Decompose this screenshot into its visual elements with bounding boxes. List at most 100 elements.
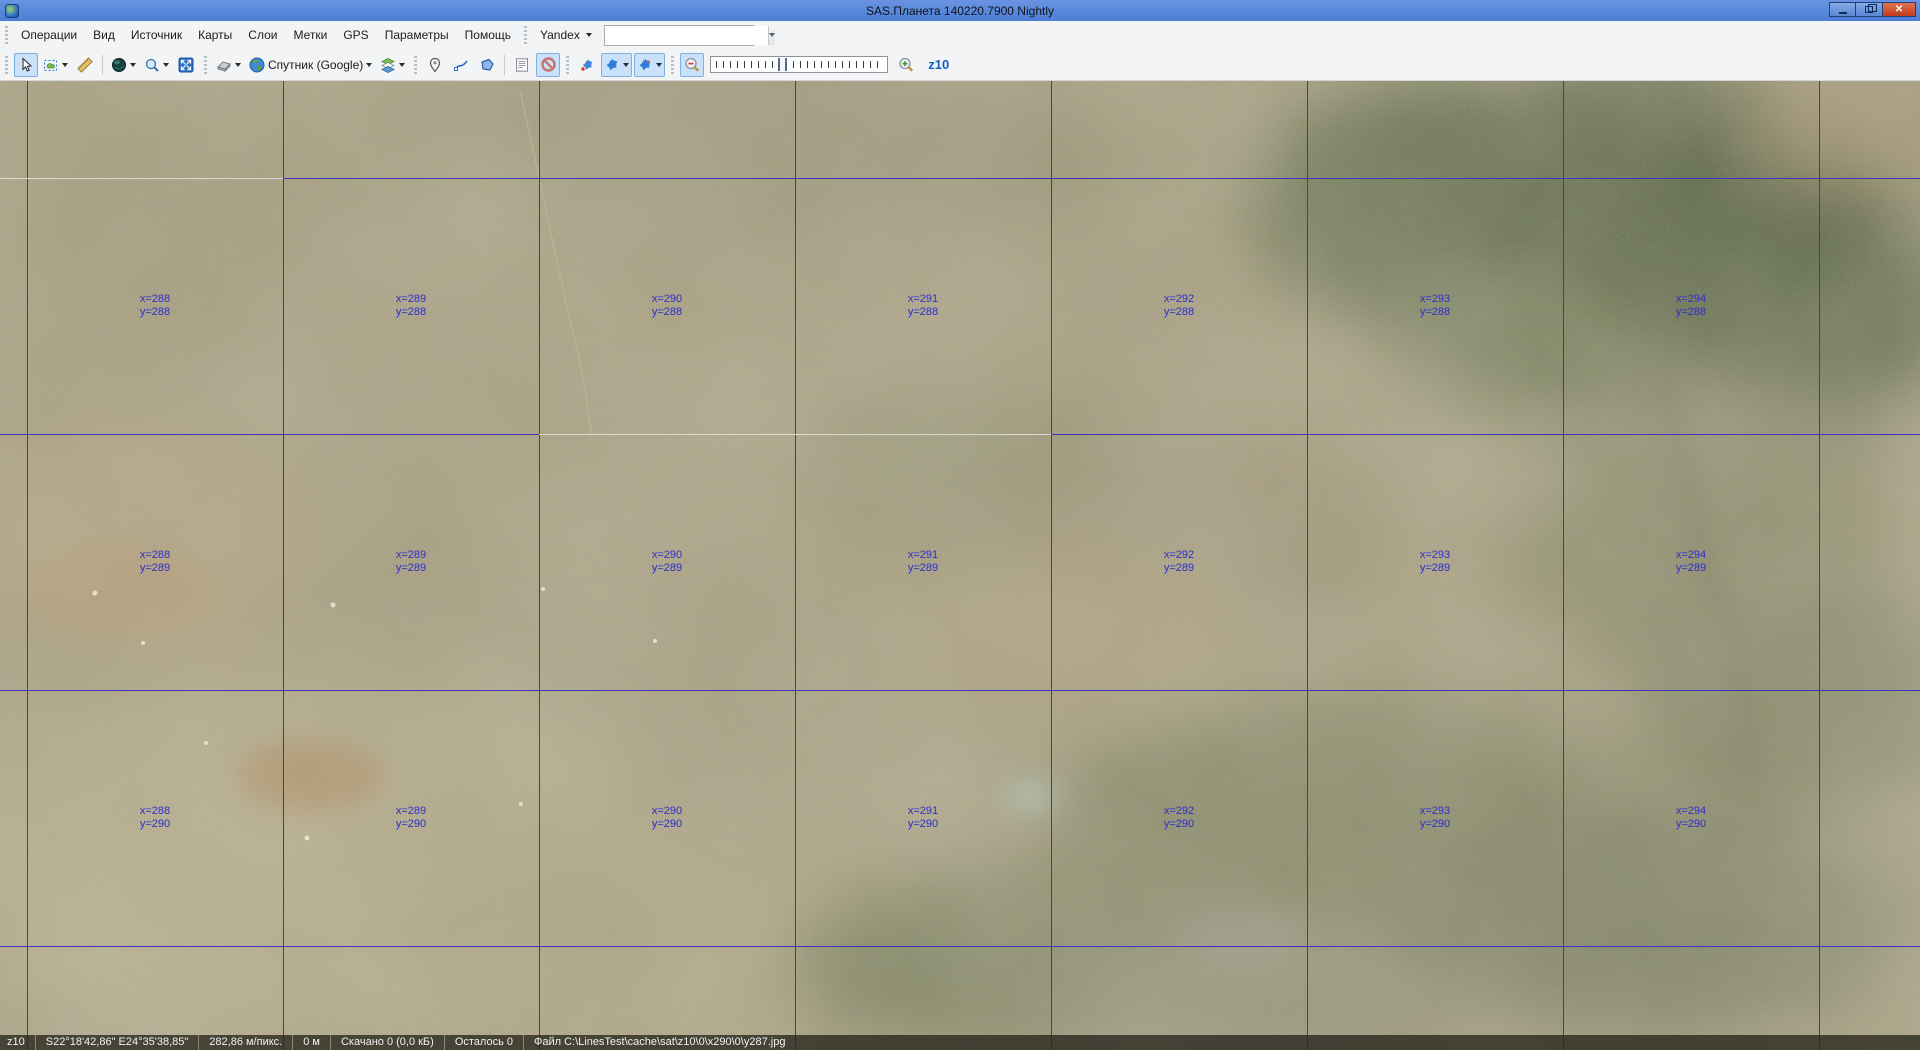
tile-grid-vline	[283, 81, 284, 1050]
window-controls: ✕	[1829, 2, 1916, 17]
tile-seam-white-line	[0, 178, 283, 179]
menu-bar: ОперацииВидИсточникКартыСлоиМеткиGPSПара…	[0, 21, 1920, 49]
tile-label-x290-y288: x=290 y=288	[652, 293, 682, 319]
tile-label-x290-y289: x=290 y=289	[652, 549, 682, 575]
application-window: SAS.Планета 140220.7900 Nightly ✕ Операц…	[0, 0, 1920, 1050]
status-zoom: z10	[0, 1035, 35, 1050]
download-manager-tool[interactable]	[510, 53, 534, 77]
map-source-button[interactable]: Спутник (Google)	[246, 53, 375, 77]
source-quick-label: Yandex	[540, 28, 580, 42]
map-viewport[interactable]: x=288 y=288 x=289 y=288 x=290 y=288 x=291 y…	[0, 81, 1920, 1050]
tile-label-x292-y290: x=292 y=290	[1164, 805, 1194, 831]
chevron-down-icon	[366, 63, 372, 67]
menu-item-3[interactable]: Источник	[123, 23, 190, 47]
toolbar-grip[interactable]	[5, 26, 8, 44]
cache-tool[interactable]	[213, 53, 244, 77]
search-combobox[interactable]	[604, 25, 754, 46]
tile-label-x291-y290: x=291 y=290	[908, 805, 938, 831]
tile-grid-hline	[0, 690, 1920, 691]
search-globe-tool[interactable]	[141, 53, 172, 77]
menu-item-9[interactable]: Помощь	[457, 23, 519, 47]
toolbar-grip[interactable]	[566, 56, 569, 74]
menu-item-1[interactable]: Операции	[13, 23, 85, 47]
gps-position-button[interactable]	[634, 53, 665, 77]
zoom-slider[interactable]	[710, 56, 888, 73]
chevron-down-icon	[656, 63, 662, 67]
tile-label-x293-y290: x=293 y=290	[1420, 805, 1450, 831]
title-bar[interactable]: SAS.Планета 140220.7900 Nightly ✕	[0, 0, 1920, 21]
tile-grid-vline	[795, 81, 796, 1050]
chevron-down-icon	[623, 63, 629, 67]
placemark-tool[interactable]	[423, 53, 447, 77]
combobox-dropdown-button[interactable]	[768, 26, 775, 45]
app-icon	[5, 4, 19, 18]
window-title: SAS.Планета 140220.7900 Nightly	[0, 4, 1920, 18]
tile-label-x292-y288: x=292 y=288	[1164, 293, 1194, 319]
minimize-button[interactable]	[1829, 2, 1856, 17]
tile-label-x294-y289: x=294 y=289	[1676, 549, 1706, 575]
menu-item-2[interactable]: Вид	[85, 23, 123, 47]
toolbar-grip[interactable]	[204, 56, 207, 74]
zoom-slider-ticks	[716, 61, 882, 68]
path-tool[interactable]	[449, 53, 473, 77]
polygon-tool[interactable]	[475, 53, 499, 77]
close-button[interactable]: ✕	[1883, 2, 1916, 17]
tile-label-x289-y290: x=289 y=290	[396, 805, 426, 831]
toolbar-grip[interactable]	[414, 56, 417, 74]
tile-grid-vline	[1819, 81, 1820, 1050]
tile-label-x289-y288: x=289 y=288	[396, 293, 426, 319]
tile-label-x291-y288: x=291 y=288	[908, 293, 938, 319]
zoom-in-icon	[897, 56, 915, 74]
gps-marker-icon	[579, 57, 595, 73]
close-icon: ✕	[1895, 5, 1903, 15]
tile-label-x290-y290: x=290 y=290	[652, 805, 682, 831]
toolbar-grip[interactable]	[524, 26, 527, 44]
cursor-icon	[18, 57, 34, 73]
menu-item-5[interactable]: Слои	[240, 23, 285, 47]
zoom-level-label: z10	[928, 57, 949, 72]
status-downloaded: Скачано 0 (0,0 кБ)	[330, 1035, 444, 1050]
toolbar-grip[interactable]	[671, 56, 674, 74]
toolbar-grip[interactable]	[5, 56, 8, 74]
chevron-down-icon	[586, 33, 592, 37]
menu-item-4[interactable]: Карты	[190, 23, 240, 47]
magnifier-icon	[144, 57, 160, 73]
tile-grid-vline	[1051, 81, 1052, 1050]
stop-download-tool[interactable]	[536, 53, 560, 77]
menu-item-6[interactable]: Метки	[285, 23, 335, 47]
zoom-slider-thumb[interactable]	[778, 58, 787, 71]
menu-item-7[interactable]: GPS	[335, 23, 376, 47]
tile-label-x292-y289: x=292 y=289	[1164, 549, 1194, 575]
layers-icon	[380, 57, 396, 73]
tile-grid-vline	[1307, 81, 1308, 1050]
restore-icon	[1865, 6, 1873, 13]
minimize-icon	[1839, 12, 1847, 14]
fullscreen-tool[interactable]	[174, 53, 198, 77]
zoom-out-icon	[683, 56, 701, 74]
tile-label-x293-y289: x=293 y=289	[1420, 549, 1450, 575]
status-file: Файл C:\LinesTest\cache\sat\z10\0\x290\0…	[523, 1035, 795, 1050]
selection-rect-icon	[43, 57, 59, 73]
layers-button[interactable]	[377, 53, 408, 77]
zoom-in-button[interactable]	[894, 53, 918, 77]
search-input[interactable]	[605, 26, 768, 45]
zoom-out-button[interactable]	[680, 53, 704, 77]
rect-select-tool[interactable]	[40, 53, 71, 77]
restore-button[interactable]	[1856, 2, 1883, 17]
nav-globe-tool[interactable]	[108, 53, 139, 77]
cursor-tool[interactable]	[14, 53, 38, 77]
gps-track-button[interactable]	[601, 53, 632, 77]
map-source-label: Спутник (Google)	[268, 58, 363, 72]
cache-box-icon	[216, 57, 232, 73]
status-coordinates: S22°18'42,86" E24°35'38,85"	[35, 1035, 199, 1050]
tile-label-x288-y288: x=288 y=288	[140, 293, 170, 319]
tile-label-x293-y288: x=293 y=288	[1420, 293, 1450, 319]
status-bar: z10S22°18'42,86" E24°35'38,85"282,86 м/п…	[0, 1035, 1920, 1050]
menu-item-8[interactable]: Параметры	[377, 23, 457, 47]
ruler-tool[interactable]	[73, 53, 97, 77]
placemark-pin-icon	[427, 57, 443, 73]
source-quick-dropdown[interactable]: Yandex	[532, 23, 600, 47]
tile-label-x288-y290: x=288 y=290	[140, 805, 170, 831]
tile-label-x294-y290: x=294 y=290	[1676, 805, 1706, 831]
gps-marker-tool[interactable]	[575, 53, 599, 77]
